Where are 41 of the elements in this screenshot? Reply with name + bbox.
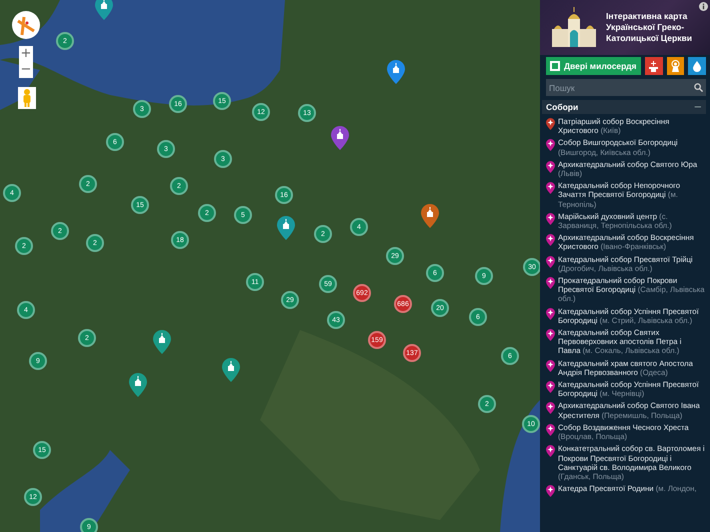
collapse-button[interactable]: −	[694, 102, 702, 112]
church-pin-icon[interactable]	[153, 330, 171, 354]
map-pin-icon	[546, 485, 555, 498]
search-bar[interactable]: Пошук	[546, 79, 706, 96]
church-pin-icon[interactable]	[387, 60, 405, 84]
search-field[interactable]: Пошук	[549, 82, 694, 92]
church-pin-icon[interactable]	[421, 204, 439, 228]
search-icon[interactable]	[694, 83, 703, 92]
map-pin-icon	[546, 277, 555, 290]
map-pin-icon	[546, 139, 555, 152]
logo-icon[interactable]	[12, 11, 40, 39]
map-pin-icon	[546, 308, 555, 320]
map-pin-icon	[546, 329, 555, 342]
map-pin-icon	[546, 118, 555, 130]
church-pin-icon[interactable]	[129, 373, 147, 397]
church-pin-icon[interactable]	[95, 0, 113, 20]
altar-icon	[648, 60, 660, 72]
map-pin-icon	[546, 182, 555, 194]
altar-button[interactable]	[645, 57, 663, 75]
door-icon	[550, 61, 560, 71]
map-pin-icon	[546, 445, 555, 458]
saint-button[interactable]	[666, 57, 684, 75]
map-pin-icon	[546, 234, 555, 246]
section-title: Собори	[546, 102, 578, 112]
map-pin-icon	[546, 160, 555, 173]
map-pin-icon	[546, 212, 555, 225]
church-pin-icon[interactable]	[277, 216, 295, 240]
map-pin-icon	[546, 424, 555, 436]
church-pin-icon[interactable]	[331, 126, 349, 150]
water-button[interactable]	[688, 57, 706, 75]
app-title: Інтерактивна карта Української Греко-Католицької Церкви	[606, 11, 694, 44]
map-pin-icon	[546, 381, 555, 394]
info-icon[interactable]	[699, 2, 708, 11]
drop-icon	[693, 60, 702, 72]
map-pin-icon	[546, 256, 555, 268]
map-pin-icon	[546, 402, 555, 414]
map-pin-icon	[546, 360, 555, 372]
door-button[interactable]: Двері милосердя	[546, 57, 642, 75]
church-pin-icon[interactable]	[222, 358, 240, 382]
saint-icon	[670, 60, 682, 72]
section-header[interactable]: Собори −	[542, 100, 706, 114]
